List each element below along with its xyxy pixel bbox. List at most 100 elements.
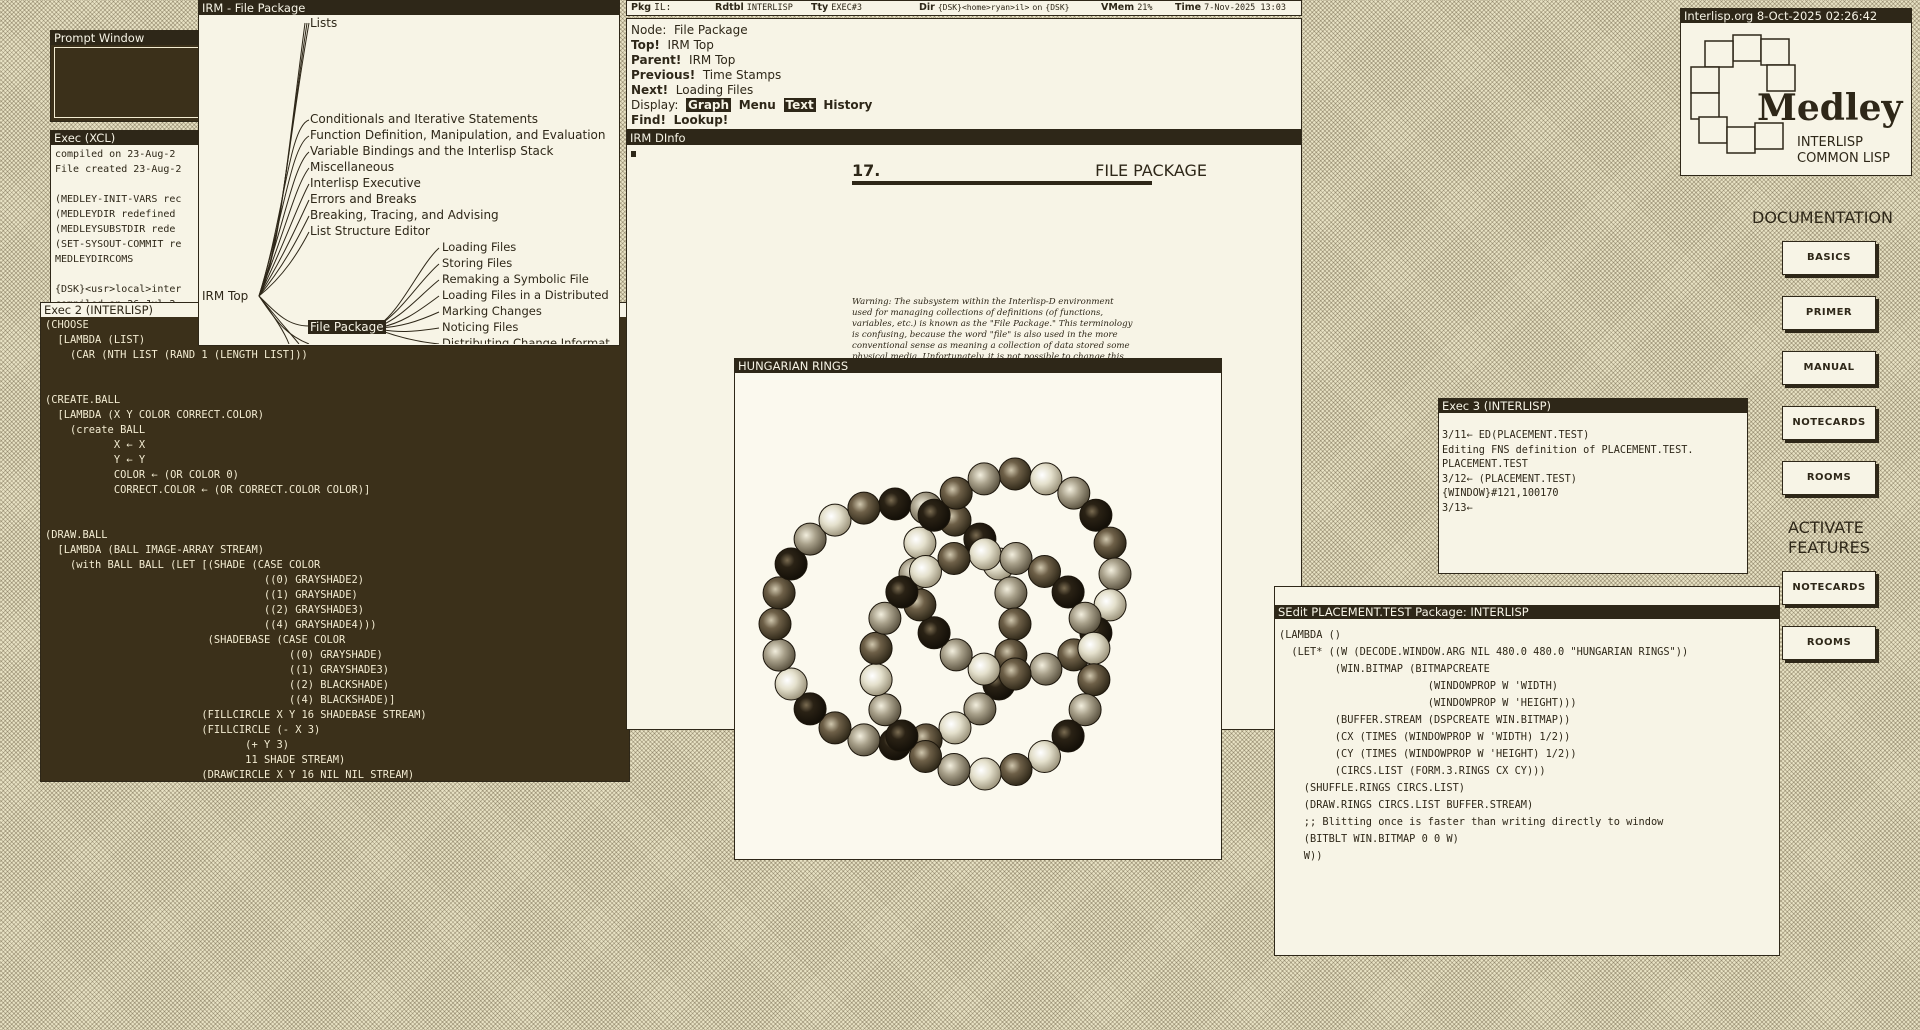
ring-ball[interactable] [774,667,808,701]
ring-ball[interactable] [859,663,893,697]
display-menu-toggle[interactable]: Menu [739,98,776,112]
display-history-toggle[interactable]: History [823,98,872,112]
exec2-code-line: ((1) GRAYSHADE) [45,589,358,601]
sedit-code[interactable]: (LAMBDA () (LET* ((W (DECODE.WINDOW.ARG … [1279,627,1688,865]
hungarian-rings-window[interactable]: HUNGARIAN RINGS [734,358,1222,860]
ring-ball[interactable] [1098,557,1132,591]
parent-link[interactable]: Parent! [631,53,681,67]
ring-ball[interactable] [937,542,971,575]
ring-ball[interactable] [859,631,893,665]
irm-topic[interactable]: Interlisp Executive [310,176,421,190]
irm-topic[interactable]: List Structure Editor [310,224,430,238]
ring-ball[interactable] [1029,462,1063,496]
medley-logo-window[interactable]: Interlisp.org 8-Oct-2025 02:26:42 Medley… [1680,8,1912,176]
ring-ball[interactable] [878,487,912,521]
lookup-button[interactable]: Lookup! [674,113,729,127]
find-button[interactable]: Find! [631,113,666,127]
exec3-output[interactable]: 3/11← ED(PLACEMENT.TEST) Editing FNS defi… [1442,429,1693,516]
ring-ball[interactable] [1079,498,1113,532]
ring-ball[interactable] [1077,663,1111,697]
basics-button[interactable]: BASICS [1782,241,1876,275]
ring-ball[interactable] [999,542,1033,575]
ring-ball[interactable] [818,503,852,537]
next-link[interactable]: Next! [631,83,668,97]
ring-ball[interactable] [903,526,937,560]
rooms-activate-button[interactable]: ROOMS [1782,626,1876,660]
ring-ball[interactable] [967,462,1001,496]
notecards-activate-button[interactable]: NOTECARDS [1782,571,1876,605]
sedit-title[interactable]: SEdit PLACEMENT.TEST Package: INTERLISP [1275,605,1779,619]
ring-ball[interactable] [1093,526,1127,560]
ring-ball[interactable] [1077,631,1111,665]
exec3-title[interactable]: Exec 3 (INTERLISP) [1439,399,1747,413]
display-graph-toggle[interactable]: Graph [686,98,732,112]
irm-topic[interactable]: Conditionals and Iterative Statements [310,112,538,126]
hungarian-rings-title[interactable]: HUNGARIAN RINGS [735,359,1221,373]
tty-label: Tty [811,2,829,13]
rooms-doc-button[interactable]: ROOMS [1782,461,1876,495]
ring-ball[interactable] [1029,652,1063,686]
hungarian-rings-canvas[interactable] [735,374,1221,858]
irm-selected-node[interactable]: File Package [308,320,386,334]
ring-ball[interactable] [762,638,796,672]
exec3-window[interactable]: Exec 3 (INTERLISP) 3/11← ED(PLACEMENT.TE… [1438,398,1748,574]
medley-wordmark: Medley [1757,87,1903,129]
ring-ball[interactable] [1028,740,1061,773]
exec2-code-line: [LAMBDA (X Y COLOR CORRECT.COLOR) [45,409,264,421]
irm-topic[interactable]: Lists [310,16,337,30]
previous-link[interactable]: Previous! [631,68,695,82]
irm-file-package-title[interactable]: IRM - File Package [199,1,619,15]
irm-subtopic[interactable]: Loading Files [442,240,516,254]
irm-dinfo-title[interactable]: IRM DInfo [627,131,1301,145]
irm-subtopic[interactable]: Noticing Files [442,320,518,334]
top-value: IRM Top [667,38,714,52]
ring-ball[interactable] [762,576,796,610]
irm-topic[interactable]: Function Definition, Manipulation, and E… [310,128,605,142]
ring-ball[interactable] [998,657,1032,691]
ring-ball[interactable] [847,723,881,757]
ring-ball[interactable] [1068,601,1102,635]
exec-xcl-output[interactable]: compiled on 23-Aug-2 File created 23-Aug-… [51,145,209,304]
dinfo-nav-window[interactable]: Node: File Package Top! IRM Top Parent! … [626,18,1302,130]
ring-ball[interactable] [999,753,1033,786]
irm-subtopic[interactable]: Distributing Change Informat [442,336,610,344]
irm-topic[interactable]: Errors and Breaks [310,192,417,206]
notecards-doc-button[interactable]: NOTECARDS [1782,406,1876,440]
exec-xcl-line: File created 23-Aug-2 [55,164,182,175]
irm-subtopic[interactable]: Remaking a Symbolic File [442,272,589,286]
ring-ball[interactable] [847,491,881,525]
exec2-window[interactable]: Exec 2 (INTERLISP) (CHOOSE [LAMBDA (LIST… [40,302,630,782]
irm-topic[interactable]: Breaking, Tracing, and Advising [310,208,499,222]
logo-line-interlisp: INTERLISP [1797,135,1863,150]
ring-ball[interactable] [917,616,951,650]
ring-ball[interactable] [998,607,1032,641]
logo-header[interactable]: Interlisp.org 8-Oct-2025 02:26:42 [1681,9,1911,23]
exec3-line: 3/11← ED(PLACEMENT.TEST) [1442,430,1590,441]
exec-xcl-title[interactable]: Exec (XCL) [51,131,209,145]
display-text-toggle[interactable]: Text [783,98,816,112]
irm-root-node[interactable]: IRM Top [202,289,248,303]
ring-ball[interactable] [968,537,1002,571]
ring-ball[interactable] [868,693,902,727]
ring-ball[interactable] [938,711,972,745]
sedit-code-line: (CIRCS.LIST (FORM.3.RINGS CX CY))) [1279,765,1546,777]
ring-ball[interactable] [758,607,792,641]
ring-ball[interactable] [998,457,1032,491]
ring-ball[interactable] [994,576,1028,610]
irm-subtopic[interactable]: Loading Files in a Distributed [442,288,609,302]
sedit-window[interactable]: SEdit PLACEMENT.TEST Package: INTERLISP … [1274,586,1780,956]
manual-button[interactable]: MANUAL [1782,351,1876,385]
top-link[interactable]: Top! [631,38,660,52]
irm-subtopic[interactable]: Marking Changes [442,304,542,318]
ring-ball[interactable] [968,757,1002,791]
primer-button[interactable]: PRIMER [1782,296,1876,330]
irm-topic[interactable]: Miscellaneous [310,160,394,174]
exec-xcl-window[interactable]: Exec (XCL) compiled on 23-Aug-2 File crea… [50,130,210,305]
irm-topic[interactable]: Variable Bindings and the Interlisp Stac… [310,144,553,158]
ring-ball[interactable] [939,476,973,510]
irm-subtopic[interactable]: Storing Files [442,256,512,270]
ring-ball[interactable] [909,555,942,588]
ring-ball[interactable] [967,652,1001,686]
exec2-code[interactable]: (CHOOSE [LAMBDA (LIST) (CAR (NTH LIST (R… [41,317,629,781]
ring-ball[interactable] [937,753,971,786]
